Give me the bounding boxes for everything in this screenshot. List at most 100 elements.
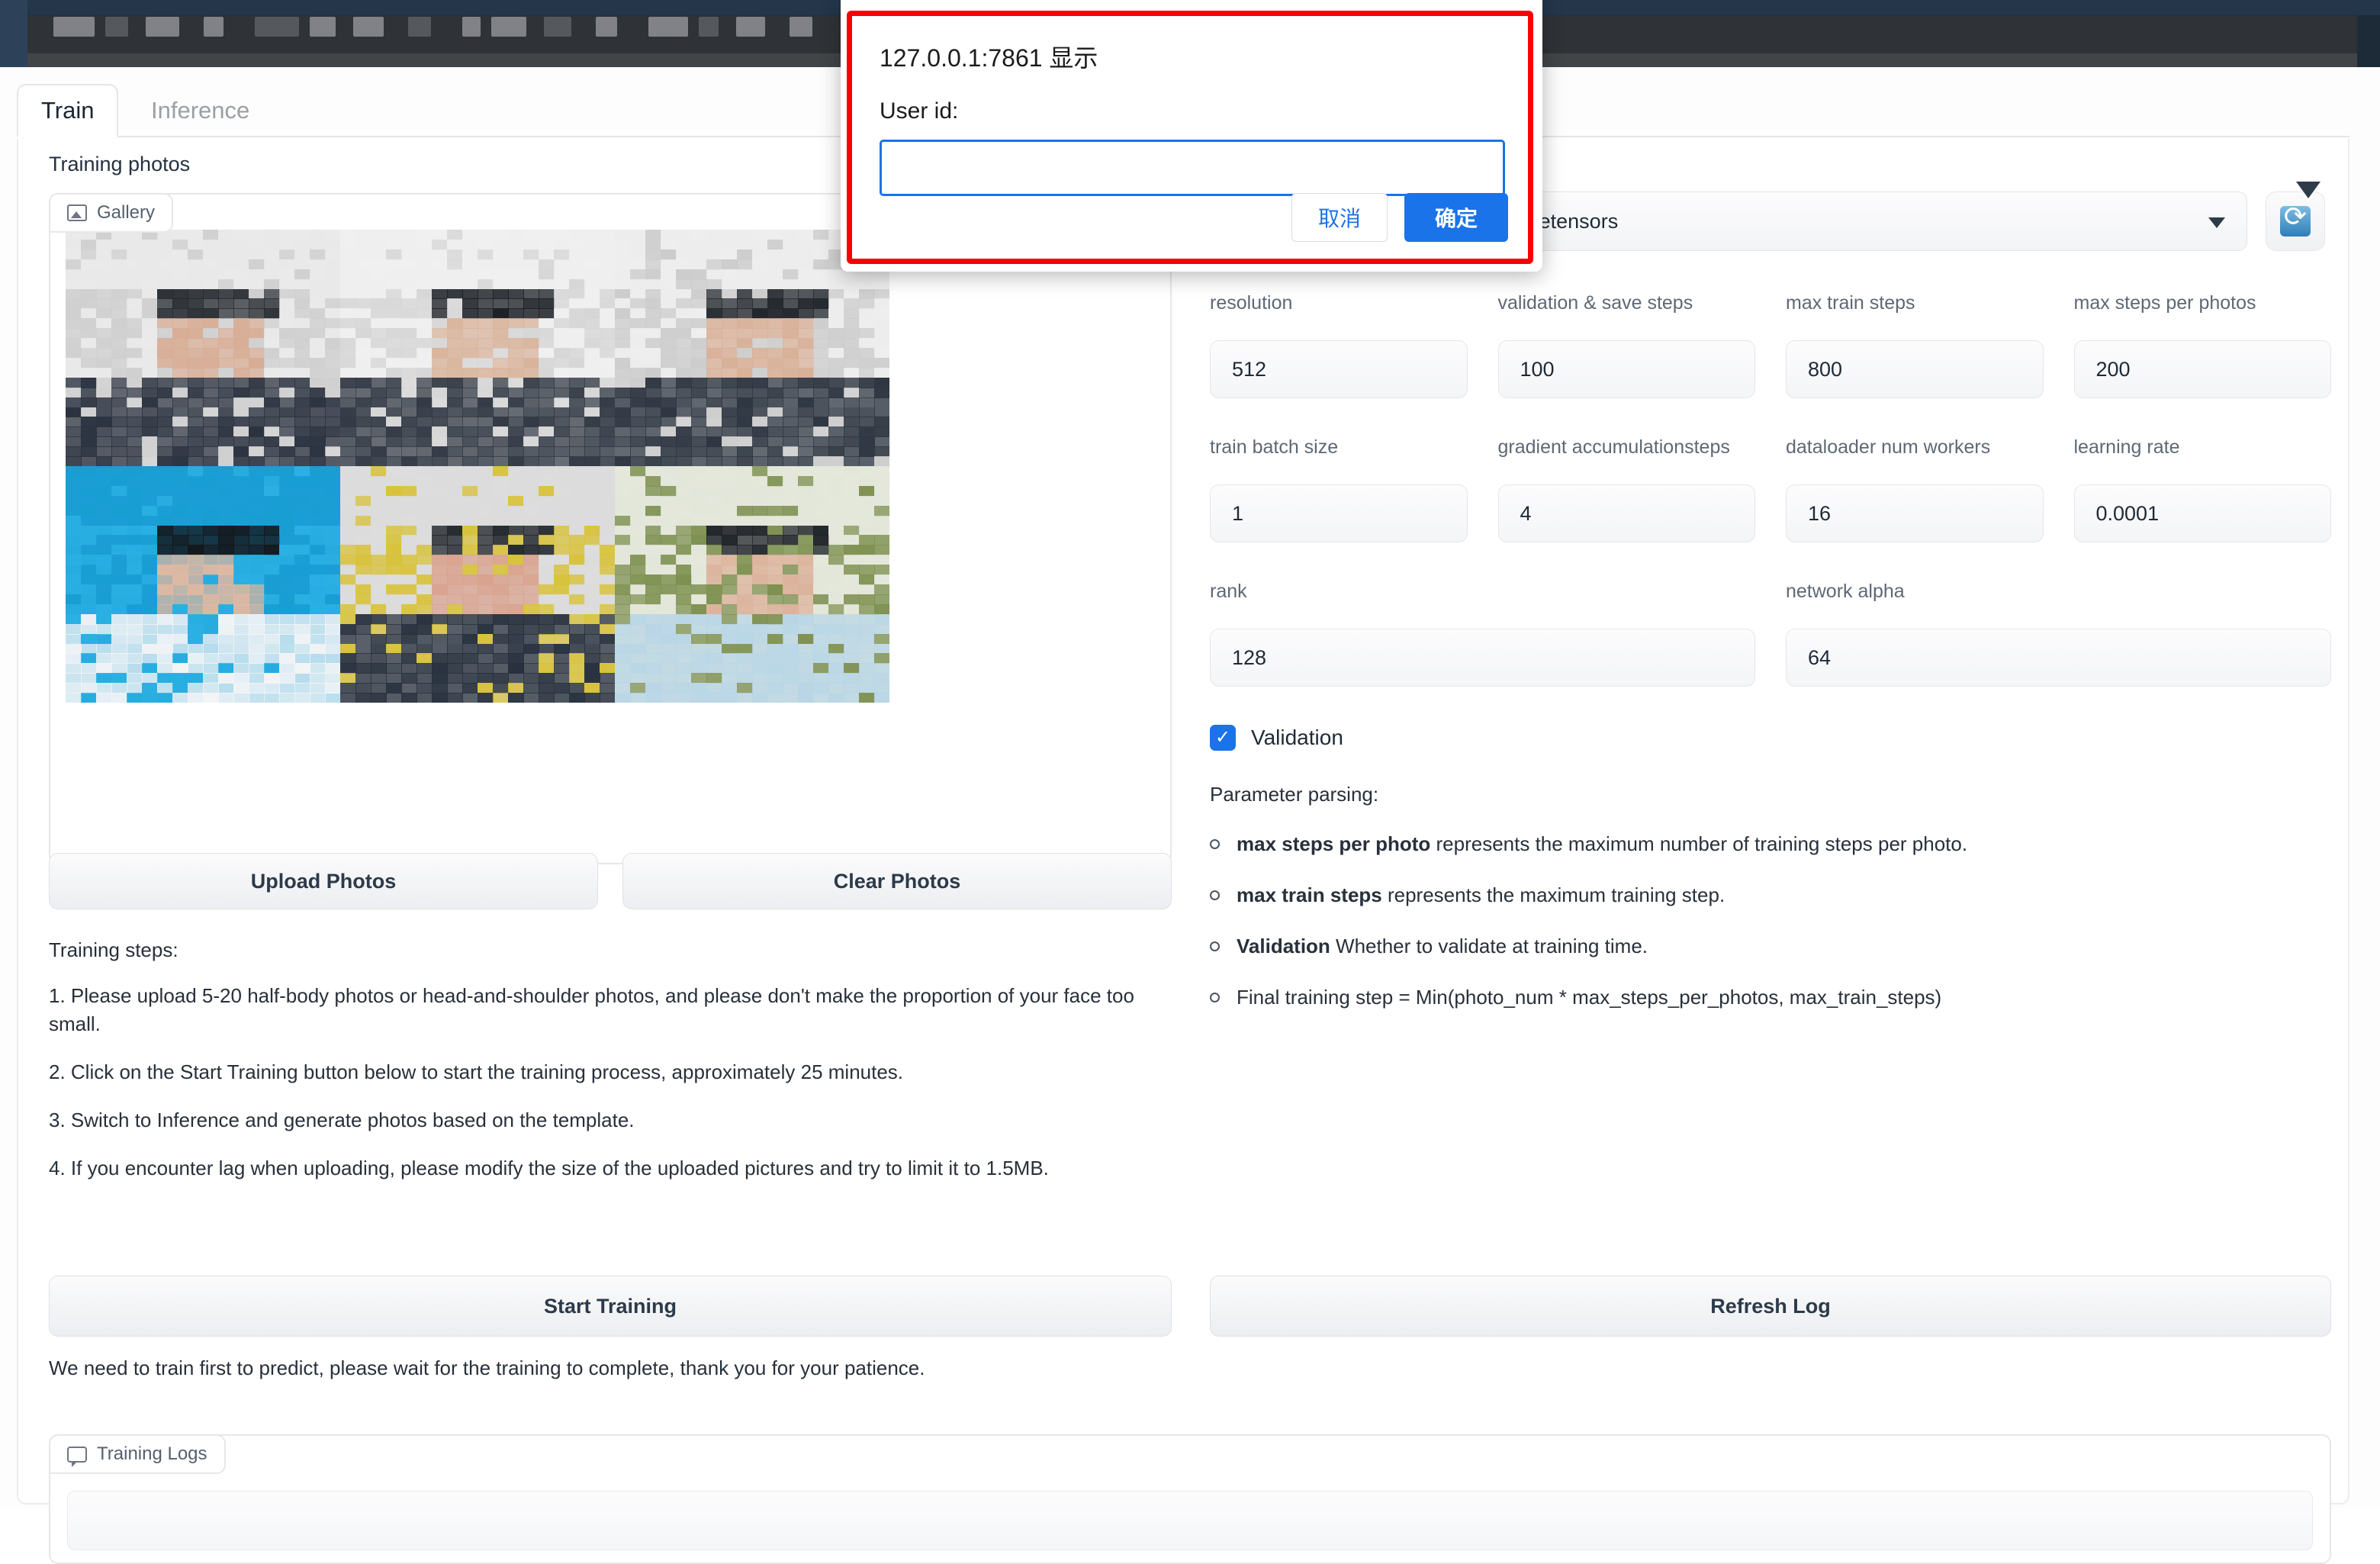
training-wait-note: We need to train first to predict, pleas… xyxy=(49,1356,1172,1380)
params-row1-labels: resolution validation & save steps max tra… xyxy=(1210,292,2331,327)
photo-grid xyxy=(66,230,889,703)
gallery-photo[interactable] xyxy=(340,466,615,703)
toolbar-item xyxy=(790,17,812,37)
parameter-parsing-list: max steps per photo represents the maxim… xyxy=(1210,831,2331,1011)
training-steps-block: Training steps: 1. Please upload 5-20 ha… xyxy=(49,938,1172,1202)
params-row1-inputs: 512 100 800 200 xyxy=(1210,340,2331,423)
training-steps-heading: Training steps: xyxy=(49,938,1172,962)
param-input-max-steps-per-photos[interactable]: 200 xyxy=(2074,340,2332,398)
gallery-photo[interactable] xyxy=(615,466,889,703)
toolbar-item xyxy=(204,17,224,37)
dialog-actions: 取消 确定 xyxy=(1291,193,1508,242)
parameter-parsing-item: max train steps represents the maximum t… xyxy=(1210,882,2331,909)
gradio-app: Train Inference Training photos Gallery … xyxy=(0,67,2380,1508)
param-input-gradient-accumulationsteps[interactable]: 4 xyxy=(1498,484,1756,542)
parameter-parsing-item: max steps per photo represents the maxim… xyxy=(1210,831,2331,858)
toolbar-item xyxy=(408,17,431,37)
param-input-max-train-steps[interactable]: 800 xyxy=(1786,340,2044,398)
dialog-cancel-button[interactable]: 取消 xyxy=(1291,193,1388,242)
validation-checkbox[interactable]: ✓ xyxy=(1210,725,1236,751)
param-label-resolution: resolution xyxy=(1210,292,1468,314)
refresh-checkpoints-button[interactable] xyxy=(2266,191,2325,251)
chevron-down-icon[interactable] xyxy=(2296,182,2320,198)
parameter-parsing-heading: Parameter parsing: xyxy=(1210,783,2331,806)
javascript-prompt-dialog: 127.0.0.1:7861 显示 User id: 取消 确定 xyxy=(847,11,1533,264)
toolbar-item xyxy=(648,17,688,37)
toolbar-item xyxy=(462,17,481,37)
toolbar-item xyxy=(699,17,719,37)
param-label-validation-save-steps: validation & save steps xyxy=(1498,292,1756,314)
train-panel: Training photos Gallery Upload Photos Cl… xyxy=(17,139,2349,1504)
toolbar-item xyxy=(105,17,128,37)
training-photos-gallery[interactable]: Gallery xyxy=(49,193,1172,864)
params-row3-inputs: 128 64 xyxy=(1210,629,2331,711)
toolbar-item xyxy=(353,17,384,37)
training-step-2: 2. Click on the Start Training button be… xyxy=(49,1058,1172,1086)
param-label-max-steps-per-photos: max steps per photos xyxy=(2074,292,2332,314)
training-logs-tag: Training Logs xyxy=(49,1434,226,1474)
image-icon xyxy=(67,204,87,221)
chevron-down-icon xyxy=(2208,217,2225,228)
toolbar-item xyxy=(255,17,299,37)
upload-photos-button[interactable]: Upload Photos xyxy=(49,853,598,909)
training-logs-content[interactable] xyxy=(67,1491,2313,1550)
chat-icon xyxy=(67,1447,87,1463)
param-input-resolution[interactable]: 512 xyxy=(1210,340,1468,398)
toolbar-item xyxy=(53,17,95,37)
params-row2-labels: train batch size gradient accumulationste… xyxy=(1210,436,2331,471)
dialog-title: 127.0.0.1:7861 显示 xyxy=(880,39,1528,74)
validation-checkbox-row[interactable]: ✓ Validation xyxy=(1210,725,2331,751)
toolbar-item xyxy=(596,17,617,37)
params-row2-inputs: 14 16 0.0001 xyxy=(1210,484,2331,567)
parameter-parsing-item: Validation Whether to validate at traini… xyxy=(1210,933,2331,960)
parameter-parsing-text: max steps per photo represents the maxim… xyxy=(1237,831,1967,858)
bullet-icon xyxy=(1210,839,1220,849)
param-label-rank: rank xyxy=(1210,581,1755,603)
training-step-1: 1. Please upload 5-20 half-body photos o… xyxy=(49,982,1172,1038)
param-input-network-alpha[interactable]: 64 xyxy=(1786,629,2331,687)
training-step-4: 4. If you encounter lag when uploading, … xyxy=(49,1154,1172,1183)
parameter-parsing-text: max train steps represents the maximum t… xyxy=(1237,882,1725,909)
clear-photos-button[interactable]: Clear Photos xyxy=(622,853,1172,909)
start-training-button[interactable]: Start Training xyxy=(49,1276,1172,1337)
toolbar-item xyxy=(310,17,336,37)
params-row3-labels: rank network alpha xyxy=(1210,581,2331,615)
toolbar-item xyxy=(146,17,179,37)
param-input-learning-rate[interactable]: 0.0001 xyxy=(2074,484,2332,542)
param-label-max-train-steps: max train steps xyxy=(1786,292,2044,314)
tab-train[interactable]: Train xyxy=(17,84,118,137)
dialog-prompt-label: User id: xyxy=(880,98,1528,124)
bullet-icon xyxy=(1210,941,1220,951)
param-label-learning-rate: learning rate xyxy=(2074,436,2332,459)
gallery-photo[interactable] xyxy=(340,230,615,466)
right-column: The base checkpoint you use. Chilloutmix… xyxy=(1210,153,2331,1035)
toolbar-item xyxy=(736,17,765,37)
sync-icon xyxy=(2280,206,2311,237)
bullet-icon xyxy=(1210,890,1220,900)
param-label-gradient-accumulationsteps: gradient accumulationsteps xyxy=(1498,436,1756,459)
parameter-parsing-text: Final training step = Min(photo_num * ma… xyxy=(1237,984,1941,1011)
param-label-dataloader-num-workers: dataloader num workers xyxy=(1786,436,2044,459)
photo-actions: Upload Photos Clear Photos xyxy=(49,853,1172,909)
parameter-parsing-text: Validation Whether to validate at traini… xyxy=(1237,933,1648,960)
training-logs-label: Training Logs xyxy=(97,1443,207,1465)
param-input-validation-save-steps[interactable]: 100 xyxy=(1498,340,1756,398)
training-step-3: 3. Switch to Inference and generate phot… xyxy=(49,1106,1172,1134)
toolbar-item xyxy=(491,17,526,37)
param-input-train-batch-size[interactable]: 1 xyxy=(1210,484,1468,542)
gallery-photo[interactable] xyxy=(66,466,340,703)
dialog-confirm-button[interactable]: 确定 xyxy=(1404,193,1508,242)
gallery-photo[interactable] xyxy=(66,230,340,466)
gallery-tag-label: Gallery xyxy=(97,202,155,224)
training-logs-box: Training Logs xyxy=(49,1434,2331,1564)
param-input-rank[interactable]: 128 xyxy=(1210,629,1755,687)
param-label-network-alpha: network alpha xyxy=(1786,581,2331,603)
parameter-parsing-item: Final training step = Min(photo_num * ma… xyxy=(1210,984,2331,1011)
tab-inference[interactable]: Inference xyxy=(128,84,272,137)
param-input-dataloader-num-workers[interactable]: 16 xyxy=(1786,484,2044,542)
param-label-train-batch-size: train batch size xyxy=(1210,436,1468,459)
validation-label: Validation xyxy=(1251,726,1343,750)
refresh-log-button[interactable]: Refresh Log xyxy=(1210,1276,2331,1337)
browser-left-strip xyxy=(0,0,27,67)
dialog-user-id-input[interactable] xyxy=(880,140,1505,196)
